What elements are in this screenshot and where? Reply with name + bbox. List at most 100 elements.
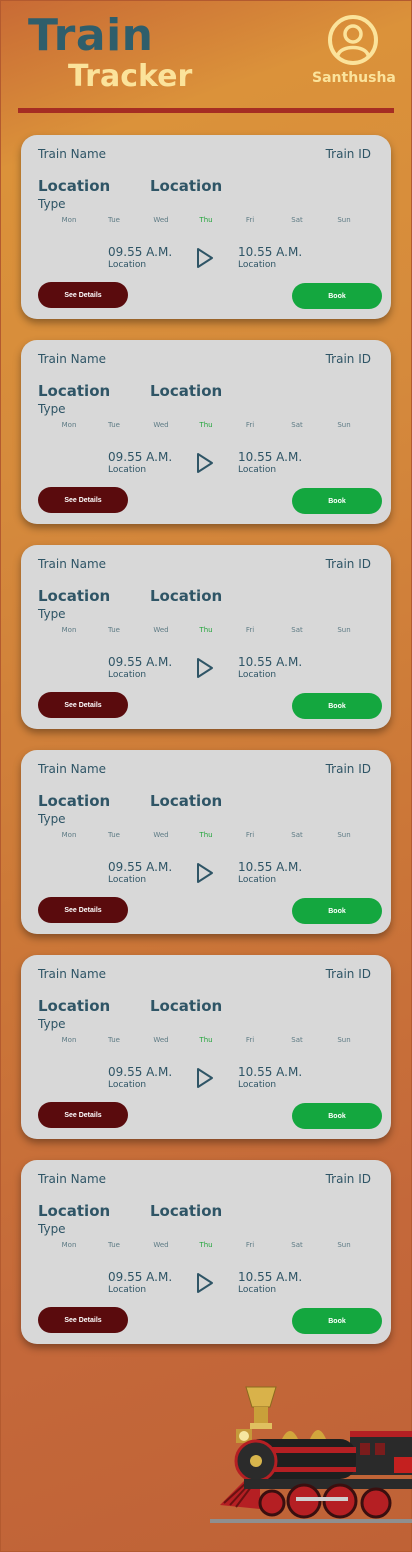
weekday-thu: Thu bbox=[199, 1241, 213, 1249]
weekday-sat: Sat bbox=[291, 421, 303, 429]
weekday-sat: Sat bbox=[291, 216, 303, 224]
weekday-thu: Thu bbox=[199, 831, 213, 839]
weekday-sun: Sun bbox=[337, 626, 351, 634]
weekday-thu: Thu bbox=[199, 626, 213, 634]
see-details-button[interactable]: See Details bbox=[38, 1307, 128, 1333]
arrival-location: Location bbox=[238, 875, 277, 885]
departure-location: Location bbox=[108, 260, 147, 270]
train-card[interactable]: Train Name Train ID Location Location Ty… bbox=[21, 750, 391, 934]
destination-location: Location bbox=[150, 587, 223, 605]
play-icon bbox=[197, 1068, 213, 1088]
book-button[interactable]: Book bbox=[292, 898, 382, 924]
weekday-mon: Mon bbox=[61, 216, 77, 224]
weekday-wed: Wed bbox=[153, 831, 169, 839]
see-details-button[interactable]: See Details bbox=[38, 282, 128, 308]
weekday-tue: Tue bbox=[108, 831, 120, 839]
weekday-mon: Mon bbox=[61, 1036, 77, 1044]
arrival-time: 10.55 A.M. bbox=[238, 655, 303, 669]
weekday-thu: Thu bbox=[199, 216, 213, 224]
user-circle-icon[interactable] bbox=[327, 14, 379, 66]
arrival-location: Location bbox=[238, 1285, 277, 1295]
train-name: Train Name bbox=[38, 147, 107, 161]
weekday-thu: Thu bbox=[199, 421, 213, 429]
weekday-mon: Mon bbox=[61, 1241, 77, 1249]
app-logo: Train Tracker bbox=[28, 10, 192, 92]
weekday-tue: Tue bbox=[108, 626, 120, 634]
weekday-mon: Mon bbox=[61, 421, 77, 429]
train-card[interactable]: Train Name Train ID Location Location Ty… bbox=[21, 1160, 391, 1344]
arrival-location: Location bbox=[238, 260, 277, 270]
origin-location: Location bbox=[38, 587, 111, 605]
book-button[interactable]: Book bbox=[292, 1308, 382, 1334]
play-icon bbox=[197, 658, 213, 678]
book-button[interactable]: Book bbox=[292, 693, 382, 719]
train-type: Type bbox=[38, 812, 66, 826]
weekday-wed: Wed bbox=[153, 1241, 169, 1249]
train-name: Train Name bbox=[38, 1172, 107, 1186]
weekday-wed: Wed bbox=[153, 626, 169, 634]
steam-locomotive-illustration bbox=[210, 1386, 412, 1523]
train-type: Type bbox=[38, 197, 66, 211]
train-type: Type bbox=[38, 607, 66, 621]
user-profile[interactable]: Santhusha bbox=[312, 14, 396, 86]
weekday-fri: Fri bbox=[245, 626, 255, 634]
origin-location: Location bbox=[38, 382, 111, 400]
play-icon bbox=[197, 453, 213, 473]
origin-location: Location bbox=[38, 1202, 111, 1220]
logo-line-train: Train bbox=[28, 10, 154, 61]
book-button[interactable]: Book bbox=[292, 1103, 382, 1129]
departure-time: 09.55 A.M. bbox=[108, 1065, 173, 1079]
departure-time: 09.55 A.M. bbox=[108, 245, 173, 259]
departure-location: Location bbox=[108, 670, 147, 680]
arrival-time: 10.55 A.M. bbox=[238, 1065, 303, 1079]
weekday-fri: Fri bbox=[245, 831, 255, 839]
departure-location: Location bbox=[108, 1285, 147, 1295]
play-icon bbox=[197, 1273, 213, 1293]
train-type: Type bbox=[38, 1222, 66, 1236]
departure-time: 09.55 A.M. bbox=[108, 1270, 173, 1284]
destination-location: Location bbox=[150, 382, 223, 400]
train-id: Train ID bbox=[325, 352, 371, 366]
departure-location: Location bbox=[108, 875, 147, 885]
see-details-button[interactable]: See Details bbox=[38, 487, 128, 513]
train-card[interactable]: Train Name Train ID Location Location Ty… bbox=[21, 545, 391, 729]
user-name: Santhusha bbox=[312, 70, 396, 86]
arrival-time: 10.55 A.M. bbox=[238, 1270, 303, 1284]
arrival-location: Location bbox=[238, 465, 277, 475]
weekday-sun: Sun bbox=[337, 216, 351, 224]
weekday-fri: Fri bbox=[245, 1241, 255, 1249]
see-details-button[interactable]: See Details bbox=[38, 897, 128, 923]
train-name: Train Name bbox=[38, 557, 107, 571]
destination-location: Location bbox=[150, 792, 223, 810]
train-card[interactable]: Train Name Train ID Location Location Ty… bbox=[21, 135, 391, 319]
train-id: Train ID bbox=[325, 147, 371, 161]
origin-location: Location bbox=[38, 792, 111, 810]
train-id: Train ID bbox=[325, 762, 371, 776]
destination-location: Location bbox=[150, 997, 223, 1015]
arrival-time: 10.55 A.M. bbox=[238, 245, 303, 259]
departure-time: 09.55 A.M. bbox=[108, 450, 173, 464]
train-id: Train ID bbox=[325, 967, 371, 981]
see-details-button[interactable]: See Details bbox=[38, 692, 128, 718]
train-card[interactable]: Train Name Train ID Location Location Ty… bbox=[21, 955, 391, 1139]
see-details-button[interactable]: See Details bbox=[38, 1102, 128, 1128]
weekday-fri: Fri bbox=[245, 421, 255, 429]
departure-location: Location bbox=[108, 1080, 147, 1090]
departure-time: 09.55 A.M. bbox=[108, 860, 173, 874]
arrival-location: Location bbox=[238, 670, 277, 680]
train-type: Type bbox=[38, 402, 66, 416]
weekday-row: Mon Tue Wed Thu Fri Sat Sun bbox=[61, 626, 361, 638]
header-divider bbox=[18, 108, 394, 113]
weekday-mon: Mon bbox=[61, 831, 77, 839]
play-icon bbox=[197, 863, 213, 883]
train-id: Train ID bbox=[325, 557, 371, 571]
book-button[interactable]: Book bbox=[292, 488, 382, 514]
book-button[interactable]: Book bbox=[292, 283, 382, 309]
play-icon bbox=[197, 248, 213, 268]
weekday-sun: Sun bbox=[337, 421, 351, 429]
departure-location: Location bbox=[108, 465, 147, 475]
train-card[interactable]: Train Name Train ID Location Location Ty… bbox=[21, 340, 391, 524]
weekday-fri: Fri bbox=[245, 216, 255, 224]
logo-line-tracker: Tracker bbox=[68, 59, 193, 94]
destination-location: Location bbox=[150, 177, 223, 195]
